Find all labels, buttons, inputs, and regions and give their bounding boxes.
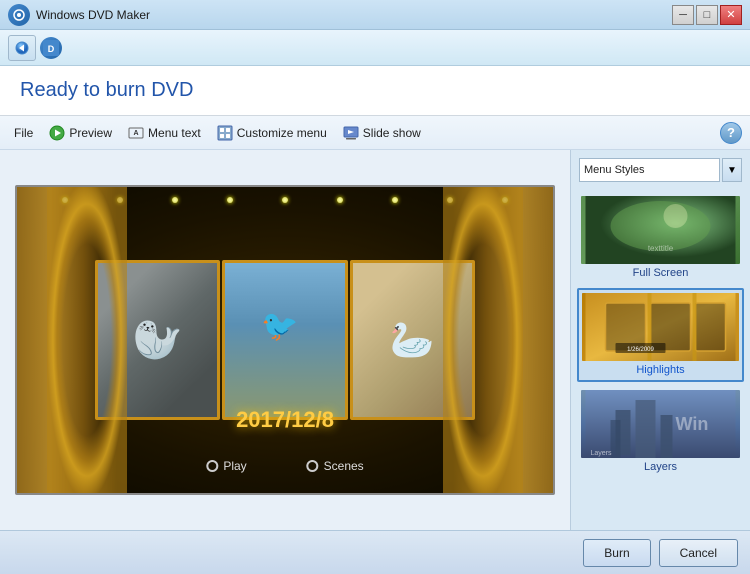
slideshow-icon (343, 125, 359, 141)
header: Ready to burn DVD (0, 66, 750, 116)
svg-text:A: A (134, 130, 139, 137)
fullscreen-thumbnail: texttitle (581, 196, 740, 264)
style-item-layers[interactable]: Win Layers Layers (577, 386, 744, 478)
fullscreen-label: Full Screen (581, 266, 740, 280)
preview-label: Preview (69, 126, 112, 140)
highlights-thumbnail: 1/26/2009 (582, 293, 739, 361)
light-5 (282, 197, 288, 203)
title-bar: Windows DVD Maker ─ □ ✕ (0, 0, 750, 30)
preview-area: 2017/12/8 Play Scenes (0, 150, 570, 530)
back-button[interactable] (8, 35, 36, 61)
help-button[interactable]: ? (720, 122, 742, 144)
file-label: File (14, 126, 33, 140)
svg-text:1/26/2009: 1/26/2009 (627, 347, 654, 353)
preview-icon (49, 125, 65, 141)
highlights-label: Highlights (582, 363, 739, 377)
light-3 (172, 197, 178, 203)
svg-text:Win: Win (676, 414, 709, 434)
minimize-button[interactable]: ─ (672, 5, 694, 25)
menu-text-icon: A (128, 125, 144, 141)
menu-text-label: Menu text (148, 126, 201, 140)
layers-thumbnail: Win Layers (581, 390, 740, 458)
layers-label: Layers (581, 460, 740, 474)
window-title: Windows DVD Maker (36, 8, 150, 22)
cancel-button[interactable]: Cancel (659, 539, 738, 567)
svg-text:D: D (48, 44, 55, 54)
customize-menu-label: Customize menu (237, 126, 327, 140)
slideshow-button[interactable]: Slide show (337, 122, 427, 144)
page-title: Ready to burn DVD (20, 79, 193, 102)
svg-text:Layers: Layers (591, 450, 613, 457)
window-controls[interactable]: ─ □ ✕ (672, 5, 742, 25)
title-bar-left: Windows DVD Maker (8, 4, 150, 26)
right-panel: Menu Styles ▼ (570, 150, 750, 530)
dvd-date: 2017/12/8 (236, 407, 334, 433)
burn-button[interactable]: Burn (583, 539, 650, 567)
customize-icon (217, 125, 233, 141)
style-item-fullscreen[interactable]: texttitle Full Screen (577, 192, 744, 284)
dvd-logo: D (40, 37, 62, 59)
nav-bar: D (0, 30, 750, 66)
svg-text:texttitle: texttitle (648, 244, 674, 253)
file-menu[interactable]: File (8, 123, 39, 143)
app-logo (8, 4, 30, 26)
style-dropdown[interactable]: Menu Styles ▼ (579, 158, 742, 182)
scenes-label: Scenes (324, 459, 364, 473)
style-item-highlights[interactable]: 1/26/2009 Highlights (577, 288, 744, 382)
light-6 (337, 197, 343, 203)
slideshow-label: Slide show (363, 126, 421, 140)
photo-frame-2 (222, 260, 347, 420)
maximize-button[interactable]: □ (696, 5, 718, 25)
menu-styles-select[interactable]: Menu Styles (579, 158, 720, 182)
customize-menu-button[interactable]: Customize menu (211, 122, 333, 144)
menu-text-button[interactable]: A Menu text (122, 122, 207, 144)
gold-ring-right (443, 187, 523, 493)
light-4 (227, 197, 233, 203)
main-content: 2017/12/8 Play Scenes Menu Styles ▼ (0, 150, 750, 530)
help-icon: ? (727, 125, 735, 140)
preview-button[interactable]: Preview (43, 122, 118, 144)
toolbar: File Preview A Menu text (0, 116, 750, 150)
light-7 (392, 197, 398, 203)
bottom-bar: Burn Cancel (0, 530, 750, 574)
dropdown-arrow[interactable]: ▼ (722, 158, 742, 182)
styles-list: texttitle Full Screen (571, 190, 750, 530)
scenes-circle (307, 460, 319, 472)
dvd-nav-buttons: Play Scenes (206, 459, 363, 473)
dvd-scenes-button: Scenes (307, 459, 364, 473)
play-circle (206, 460, 218, 472)
preview-screen: 2017/12/8 Play Scenes (15, 185, 555, 495)
gold-ring-left (47, 187, 127, 493)
photo-2 (225, 263, 344, 417)
dvd-play-button: Play (206, 459, 246, 473)
play-label: Play (223, 459, 246, 473)
close-button[interactable]: ✕ (720, 5, 742, 25)
photo-strip (95, 260, 475, 420)
